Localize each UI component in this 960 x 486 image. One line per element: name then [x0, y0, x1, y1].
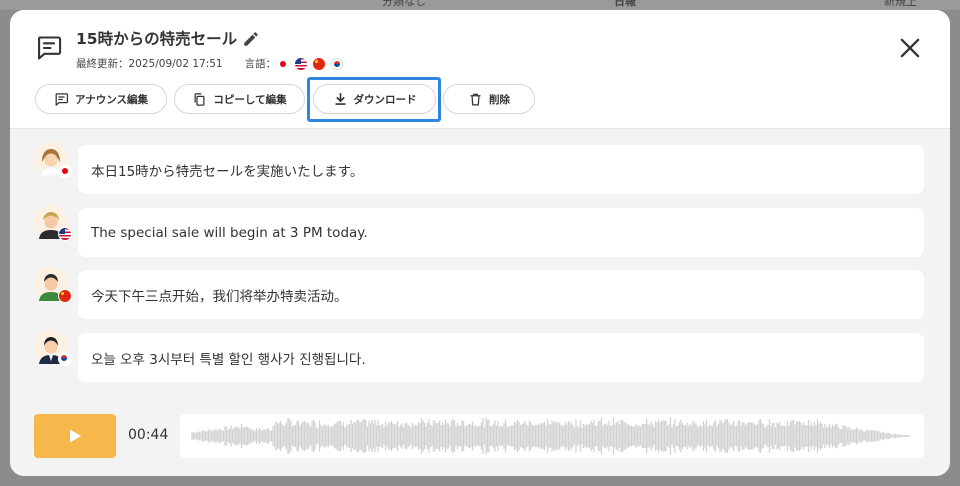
play-button[interactable] [34, 414, 116, 458]
message-row-ja: 本日15時から特売セールを実施いたします。 [10, 142, 950, 194]
flag-us-icon [295, 57, 308, 70]
background-title: 日報 [614, 0, 636, 8]
avatar-ja [34, 142, 72, 178]
modal-header: 15時からの特売セール 最終更新： 2025/09/02 17:51 言語： ア… [10, 10, 950, 129]
waveform-graphic [191, 417, 910, 455]
avatar-ko [34, 330, 72, 366]
message-row-en: The special sale will begin at 3 PM toda… [10, 205, 950, 257]
message-list: 本日15時から特売セールを実施いたします。 The special sale w… [10, 129, 950, 476]
message-icon [55, 92, 69, 106]
flag-cn-icon [313, 57, 326, 70]
pencil-icon[interactable] [242, 30, 260, 48]
background-new-button: 新規上 [884, 0, 917, 8]
flag-cn-icon [58, 289, 72, 303]
delete-label: 削除 [489, 93, 510, 106]
play-icon [70, 429, 81, 443]
message-row-ko: 오늘 오후 3시부터 특별 할인 행사가 진행됩니다. [10, 330, 950, 382]
trash-icon [470, 93, 481, 105]
last-updated-label: 最終更新： [76, 58, 129, 70]
background-category-label: 分類なし [382, 0, 426, 8]
flag-jp-icon [58, 164, 72, 178]
audio-duration: 00:44 [128, 427, 169, 443]
copy-edit-label: コピーして編集 [213, 93, 287, 106]
edit-announcement-label: アナウンス編集 [74, 93, 149, 106]
modal-meta: 最終更新： 2025/09/02 17:51 言語： [76, 56, 344, 71]
announcement-modal: 15時からの特売セール 最終更新： 2025/09/02 17:51 言語： ア… [10, 10, 950, 476]
modal-title: 15時からの特売セール [76, 30, 238, 48]
languages-label: 言語： [244, 58, 277, 70]
download-label: ダウンロード [353, 93, 417, 106]
edit-announcement-button[interactable]: アナウンス編集 [35, 84, 167, 114]
download-icon [335, 92, 345, 105]
message-icon [37, 36, 62, 60]
message-row-zh: 今天下午三点开始，我们将举办特卖活动。 [10, 267, 950, 319]
last-updated-value: 2025/09/02 17:51 [128, 57, 223, 70]
close-icon[interactable] [896, 34, 924, 62]
message-bubble: The special sale will begin at 3 PM toda… [78, 208, 924, 257]
copy-icon [194, 92, 205, 106]
avatar-zh [34, 267, 72, 303]
avatar-en [34, 205, 72, 241]
delete-button[interactable]: 削除 [443, 84, 535, 114]
background-page: 分類なし 日報 新規上 [0, 0, 960, 10]
flag-jp-icon [280, 60, 287, 67]
copy-edit-button[interactable]: コピーして編集 [174, 84, 305, 114]
flag-kr-icon [58, 352, 72, 366]
flag-us-icon [58, 227, 72, 241]
flag-kr-icon [331, 57, 344, 70]
message-bubble: 오늘 오후 3시부터 특별 할인 행사가 진행됩니다. [78, 333, 924, 382]
audio-waveform[interactable] [180, 414, 924, 458]
download-button[interactable]: ダウンロード [313, 84, 436, 114]
message-bubble: 今天下午三点开始，我们将举办特卖活动。 [78, 270, 924, 319]
message-bubble: 本日15時から特売セールを実施いたします。 [78, 145, 924, 194]
